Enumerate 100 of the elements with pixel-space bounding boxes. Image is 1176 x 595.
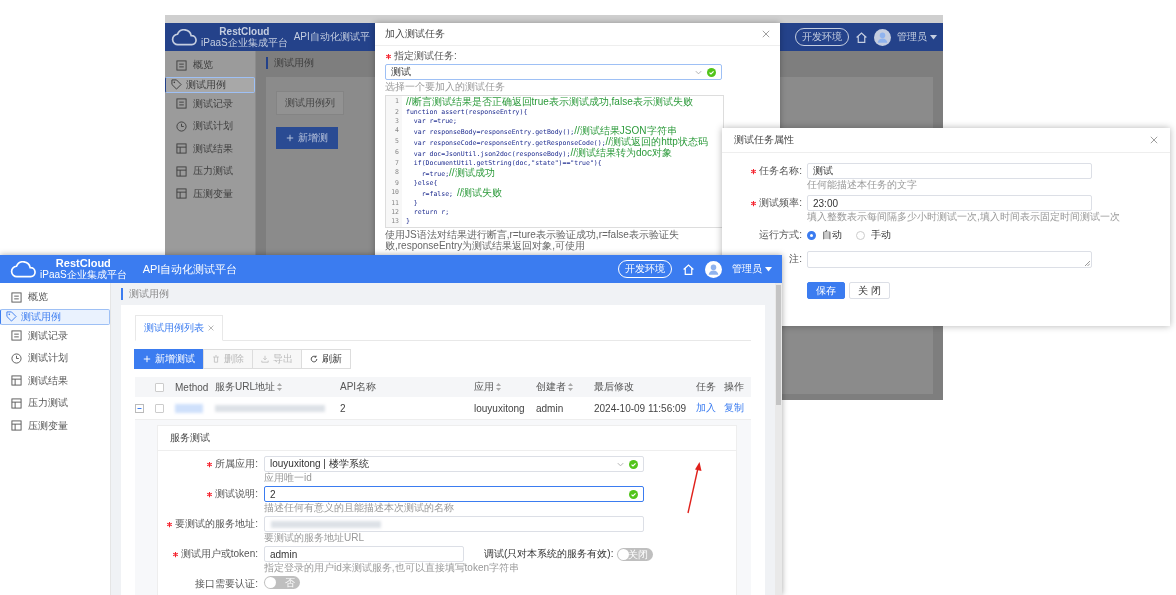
close-button[interactable]: 关 闭	[849, 282, 890, 299]
user-menu-button[interactable]: 管理员	[897, 30, 937, 44]
sidebar-item[interactable]: 压力测试	[0, 392, 110, 415]
tag-icon	[171, 79, 182, 90]
toolbar-button[interactable]: 刷新	[301, 349, 351, 369]
field-hint: 指定登录的用户id来测试服务,也可以直接填写token字符串	[264, 562, 521, 574]
tab[interactable]: 测试用例列	[276, 91, 344, 115]
close-icon[interactable]	[762, 30, 770, 38]
checkbox[interactable]	[155, 403, 164, 413]
field-label: 注:	[789, 252, 802, 266]
sidebar-item[interactable]: 测试记录	[165, 92, 255, 115]
radio-button[interactable]	[807, 230, 816, 240]
brand-subtitle: iPaaS企业集成平台	[201, 37, 288, 48]
text-field[interactable]: 2	[264, 486, 644, 502]
close-icon[interactable]	[208, 325, 214, 331]
field-label: 要测试的服务地址:	[175, 517, 258, 531]
tag-icon	[6, 311, 17, 322]
radio-button[interactable]	[856, 230, 865, 240]
table-cell-text: 2024-10-09 11:56:09	[594, 402, 688, 414]
close-icon[interactable]	[1150, 136, 1158, 144]
sidebar-item[interactable]: 测试计划	[165, 115, 255, 138]
text-field[interactable]	[264, 516, 644, 532]
home-icon[interactable]	[855, 30, 868, 44]
sidebar-item[interactable]: 测试结果	[165, 137, 255, 160]
sort-icon[interactable]	[568, 383, 573, 391]
trash-icon	[212, 355, 220, 363]
radio-label: 自动	[822, 228, 842, 242]
table-icon	[176, 165, 187, 177]
blurred-text	[175, 403, 203, 413]
task-select[interactable]: 测试	[385, 64, 722, 80]
list-icon	[176, 59, 187, 71]
table-icon	[11, 375, 22, 387]
code-line: //断言测试结果是否正确返回true表示测试成功,false表示测试失败	[405, 97, 694, 108]
user-avatar-icon[interactable]	[874, 28, 891, 46]
user-menu-button[interactable]: 管理员	[732, 262, 772, 276]
save-button[interactable]: 保存	[807, 282, 845, 299]
tab[interactable]: 测试用例列表	[135, 315, 223, 341]
clock-icon	[11, 352, 22, 364]
plus-icon	[143, 355, 151, 363]
column-header: 应用	[474, 380, 536, 394]
table-icon	[11, 397, 22, 409]
refresh-icon	[310, 355, 318, 363]
list-icon	[176, 98, 187, 110]
clock-icon	[176, 120, 187, 132]
list-icon	[11, 330, 22, 342]
plus-icon	[286, 134, 294, 142]
dialog-title: 加入测试任务	[385, 27, 445, 41]
table-link[interactable]: 加入	[696, 401, 724, 415]
brand-name: RestCloud	[219, 26, 270, 37]
table-cell-text: admin	[536, 402, 565, 414]
text-field[interactable]: 23:00	[807, 195, 1092, 211]
app-title: API自动化测试平	[293, 30, 370, 44]
table-icon	[11, 420, 22, 432]
sidebar-item[interactable]: 概览	[0, 286, 110, 309]
field-label: 测试说明:	[215, 487, 258, 501]
column-header: 操作	[724, 380, 745, 394]
remark-field[interactable]	[807, 251, 1092, 268]
caret-icon	[930, 34, 937, 40]
code-editor[interactable]	[385, 95, 724, 228]
sort-icon[interactable]	[496, 383, 501, 391]
toolbar-button[interactable]: 新增测试	[134, 349, 204, 369]
table-link[interactable]: 复制	[724, 401, 752, 415]
help-text: 使用JS语法对结果进行断言,r=ture表示验证成功,r=false表示验证失败,responseEntry为测试结果返回对象,可使用	[385, 229, 680, 251]
field-label: 所属应用:	[215, 457, 258, 471]
field-label: 指定测试任务:	[394, 49, 457, 63]
text-field[interactable]: 测试	[807, 163, 1092, 179]
breadcrumb: 测试用例	[121, 288, 169, 300]
checkbox[interactable]	[155, 382, 164, 392]
dialog-title: 测试任务属性	[734, 133, 794, 147]
field-hint: 描述任何有意义的且能描述本次测试的名称	[264, 502, 455, 514]
scrollbar[interactable]	[775, 283, 782, 595]
column-header: API名称	[340, 380, 378, 394]
field-label: 接口需要认证:	[195, 577, 258, 591]
switch-label: 调试(只对本系统的服务有效):	[484, 547, 614, 561]
sort-icon[interactable]	[277, 383, 282, 391]
column-header: 最后修改	[594, 380, 635, 394]
sidebar-item[interactable]: 压力测试	[165, 160, 255, 183]
sidebar-item[interactable]: 测试计划	[0, 347, 110, 370]
field-label: 测试用户或token:	[180, 547, 258, 561]
sidebar-item[interactable]: 测试用例	[165, 76, 255, 93]
sidebar-item[interactable]: 概览	[165, 54, 255, 77]
add-test-button[interactable]: 新增测	[276, 127, 338, 149]
brand-name: RestCloud	[55, 258, 111, 269]
sidebar-item[interactable]: 测试记录	[0, 324, 110, 347]
text-field[interactable]: admin	[264, 546, 464, 562]
cloud-logo-icon	[171, 28, 197, 46]
arrow-annotation	[684, 462, 704, 514]
column-header: Method	[175, 381, 210, 393]
select-field[interactable]: louyuxitong | 楼学系统	[264, 456, 644, 472]
user-avatar-icon[interactable]	[705, 260, 722, 278]
field-label: 运行方式:	[759, 228, 802, 242]
sidebar-item[interactable]: 测试结果	[0, 369, 110, 392]
download-icon	[261, 355, 269, 363]
sidebar-item[interactable]: 压测变量	[0, 414, 110, 437]
table-icon	[176, 143, 187, 155]
resize-grip-icon	[1085, 261, 1090, 266]
sidebar-item[interactable]: 测试用例	[0, 308, 110, 325]
column-header: 任务	[696, 380, 717, 394]
sidebar-item[interactable]: 压测变量	[165, 182, 255, 205]
minus-box-icon[interactable]	[135, 403, 144, 413]
